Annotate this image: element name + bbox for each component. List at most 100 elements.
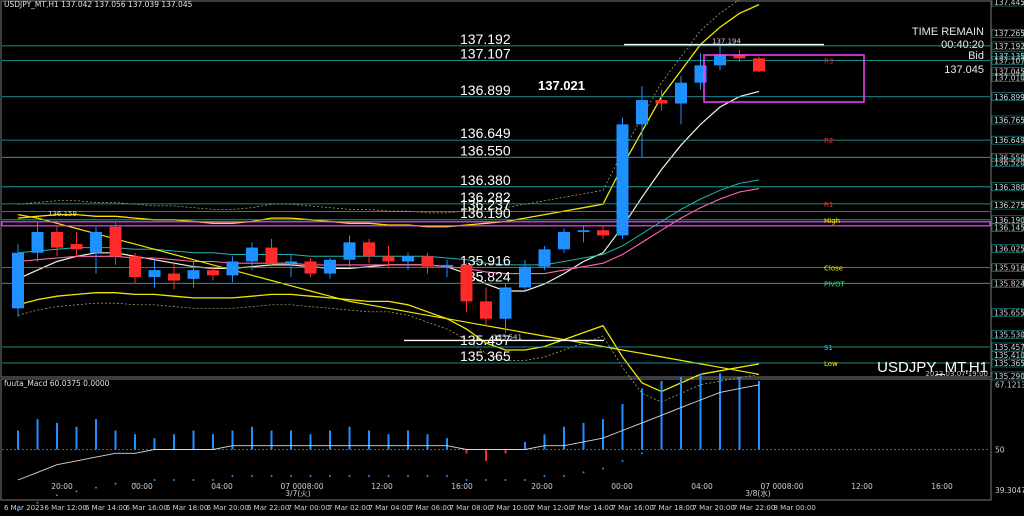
pivot-label: R1 (824, 201, 833, 209)
time-tick-label: 7 Mar 16:00 (612, 504, 654, 512)
macd-dot (212, 478, 214, 481)
time-tick-label: 7 Mar 00:00 (288, 504, 330, 512)
macd-bar (602, 419, 604, 450)
macd-bar (368, 430, 370, 450)
price-tick-label: 136.025 (994, 244, 1024, 253)
bid-value: 137.045 (944, 64, 984, 76)
macd-dot (738, 418, 741, 421)
candle-body (382, 256, 395, 262)
price-tick-label: 137.107 (994, 57, 1024, 66)
candle-body (12, 252, 24, 309)
macd-bar (329, 430, 331, 450)
time-tick-label: 6 Mar 18:00 (166, 504, 208, 512)
price-tick-label: 137.445 (994, 0, 1024, 7)
macd-dot (699, 429, 702, 432)
macd-dot (153, 478, 156, 481)
candle-body (402, 256, 414, 262)
time-tick-label: 7 Mar 02:00 (328, 504, 370, 512)
candle-body (304, 261, 317, 274)
macd-header: fuuta_Macd 60.0375 0.0000 (4, 379, 110, 388)
macd-dot (309, 475, 312, 478)
time-tick-label: 6 Mar 20:00 (207, 504, 249, 512)
candle-body (753, 58, 765, 72)
time-tick-label: 6 Mar 16:00 (126, 504, 168, 512)
pivot-label: Close (824, 264, 843, 272)
candle-body (168, 273, 180, 281)
time-top-label: 20:00 (531, 482, 553, 491)
candle-body (480, 301, 492, 319)
macd-dot (407, 475, 409, 478)
macd-bar (719, 373, 721, 450)
time-tick-label: 8 Mar 00:00 (774, 504, 816, 512)
time-tick-label: 6 Mar 14:00 (85, 504, 127, 512)
candle-body (324, 259, 336, 274)
macd-bar (426, 434, 429, 450)
pivot-label: High (824, 217, 840, 225)
macd-bar (192, 430, 195, 450)
time-tick-label: 7 Mar 08:00 (450, 504, 492, 512)
prev-high-label: 136.159 (48, 210, 77, 218)
time-top-label: 00:00 (611, 482, 633, 491)
level-label: 137.192 (460, 31, 511, 47)
high-mark-label: 137.194 (712, 38, 741, 46)
time-tick-label: 7 Mar 22:00 (733, 504, 775, 512)
macd-bar (17, 430, 19, 450)
price-tick-label: 136.145 (994, 224, 1024, 233)
macd-dot (192, 478, 195, 481)
candle-body (285, 261, 297, 264)
macd-dot (543, 475, 546, 478)
macd-bar (173, 434, 175, 450)
macd-dot (114, 482, 117, 485)
low-mark-label: 135.541 (493, 333, 522, 341)
macd-dot (524, 478, 526, 481)
time-tick-label: 7 Mar 20:00 (693, 504, 735, 512)
price-tick-label: 137.265 (994, 29, 1024, 38)
candle-body (538, 249, 551, 267)
candle-body (499, 287, 512, 319)
pivot-label: PIVOT (824, 280, 845, 288)
candle-body (90, 231, 102, 253)
macd-bar (387, 434, 390, 450)
time-tick-label: 7 Mar 10:00 (490, 504, 532, 512)
candle-body (265, 247, 278, 264)
chart-canvas[interactable]: 137.192 137.107 136.899 136.649 136.550 136.3… (0, 0, 1024, 516)
candle-body (246, 247, 258, 262)
macd-dot (582, 471, 585, 474)
macd-dot (660, 444, 663, 447)
price-tick-label: 135.530 (994, 330, 1024, 339)
macd-bar (231, 430, 234, 450)
time-top-label: 16:00 (451, 482, 473, 491)
macd-bar (504, 449, 507, 454)
macd-dot (95, 486, 97, 489)
macd-bar (465, 449, 468, 454)
price-tick-label: 136.649 (994, 136, 1024, 145)
candle-body (187, 270, 200, 279)
bid-label: Bid (968, 50, 984, 62)
price-tick-label: 136.899 (994, 93, 1024, 102)
macd-dot (387, 475, 390, 478)
price-tick-label: 136.380 (994, 183, 1024, 192)
macd-dot (602, 467, 604, 470)
time-tick-label: 6 Mar 22:00 (247, 504, 289, 512)
candle-body (577, 230, 590, 232)
macd-dot (231, 475, 234, 478)
time-remain-label: TIME REMAIN (912, 26, 984, 38)
macd-bar (212, 434, 214, 450)
date-marker: 3/7(火) (285, 489, 310, 498)
level-label: 136.550 (460, 142, 511, 158)
macd-tick-label: 50 (995, 446, 1005, 455)
candle-body (70, 244, 83, 250)
macd-dot (75, 490, 78, 493)
candle-body (714, 54, 726, 66)
macd-dot (641, 452, 643, 455)
macd-bar (36, 419, 39, 450)
macd-tick-label: 39.3047 (995, 486, 1024, 495)
time-tick-label: 6 Mar 2023 (4, 504, 44, 512)
macd-bar (485, 449, 487, 461)
macd-bar (56, 422, 58, 450)
time-tick-label: 7 Mar 06:00 (409, 504, 451, 512)
level-label: 135.365 (460, 348, 511, 364)
macd-dot (173, 478, 175, 481)
macd-bar (407, 430, 409, 450)
candle-body (655, 100, 668, 104)
